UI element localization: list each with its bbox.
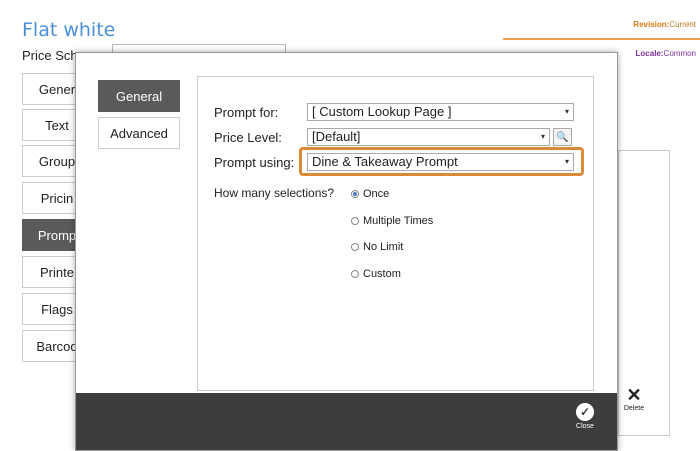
locale-value: Common	[663, 49, 696, 58]
selections-label: How many selections?	[214, 186, 335, 200]
delete-button[interactable]: ✕ Delete	[620, 385, 648, 412]
radio-icon	[351, 270, 359, 278]
price-level-label: Price Level:	[214, 130, 282, 145]
selection-option-label: Multiple Times	[363, 215, 434, 227]
selection-option-multiple[interactable]: Multiple Times	[351, 215, 433, 227]
radio-icon	[351, 243, 359, 251]
tab-general[interactable]: General	[98, 80, 180, 112]
header-divider	[503, 38, 700, 40]
close-label: Close	[576, 423, 594, 430]
locale-indicator: Locale:Common	[636, 49, 696, 58]
prompt-settings-dialog: General Advanced Prompt for: [ Custom Lo…	[75, 52, 618, 451]
search-icon: 🔍	[556, 131, 569, 143]
price-level-select[interactable]: [Default] ▾	[307, 128, 550, 146]
selection-option-label: Custom	[363, 268, 401, 280]
selection-option-custom[interactable]: Custom	[351, 268, 401, 280]
prompt-using-label: Prompt using:	[214, 155, 295, 170]
selection-option-label: No Limit	[363, 241, 404, 253]
close-button[interactable]: ✓ Close	[573, 403, 597, 430]
prompt-for-value: [ Custom Lookup Page ]	[312, 104, 452, 119]
chevron-down-icon: ▾	[540, 132, 545, 141]
delete-label: Delete	[623, 405, 645, 412]
radio-checked-icon	[351, 190, 359, 198]
dialog-footer: ✓ Close	[76, 393, 617, 450]
chevron-down-icon: ▾	[564, 107, 569, 116]
selection-option-no-limit[interactable]: No Limit	[351, 241, 403, 253]
radio-icon	[351, 217, 359, 225]
prompt-using-highlight	[299, 147, 584, 176]
price-schedule-label: Price Sch	[22, 48, 78, 63]
selection-option-once[interactable]: Once	[351, 188, 389, 200]
checkmark-icon: ✓	[576, 403, 594, 421]
prompt-for-select[interactable]: [ Custom Lookup Page ] ▾	[307, 103, 574, 121]
revision-indicator: Revision:Current	[633, 20, 696, 29]
prompt-for-label: Prompt for:	[214, 105, 279, 120]
price-level-value: [Default]	[312, 129, 361, 144]
tab-advanced[interactable]: Advanced	[98, 117, 180, 149]
selection-option-label: Once	[363, 188, 390, 200]
page-title: Flat white	[22, 19, 116, 41]
general-panel: Prompt for: [ Custom Lookup Page ] ▾ Pri…	[197, 76, 594, 391]
revision-label: Revision:	[633, 20, 670, 29]
locale-label: Locale:	[635, 49, 664, 58]
revision-value: Current	[669, 20, 696, 29]
delete-icon: ✕	[626, 385, 642, 405]
price-level-search-button[interactable]: 🔍	[553, 128, 572, 146]
